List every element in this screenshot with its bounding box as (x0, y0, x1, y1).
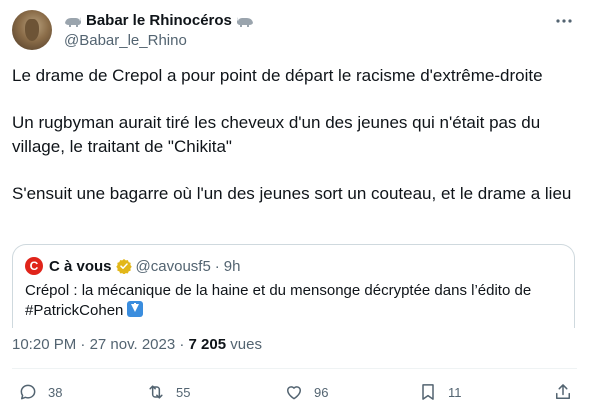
tweet-paragraph: Un rugbyman aurait tiré les cheveux d'un… (12, 113, 541, 156)
author-handle[interactable]: @Babar_le_Rhino (64, 31, 254, 50)
tweet-paragraph: S'ensuit une bagarre où l'un des jeunes … (12, 183, 572, 203)
tweet-meta: 10:20 PM · 27 nov. 2023 · 7 205 vues (12, 336, 262, 353)
verified-badge-icon (115, 259, 132, 274)
meta-separator: · (179, 336, 185, 353)
quoted-timestamp[interactable]: 9h (224, 258, 241, 275)
quoted-tweet-text: Crépol : la mécanique de la haine et du … (25, 281, 565, 321)
reply-icon (20, 384, 36, 400)
like-icon (287, 386, 301, 400)
meta-separator: · (80, 336, 86, 353)
quoted-avatar: C (25, 257, 43, 275)
bookmark-button[interactable]: 11 (418, 382, 462, 402)
quoted-author-name: C à vous (49, 257, 112, 275)
action-bar: 38 55 96 11 (12, 382, 577, 410)
retweet-button[interactable]: 55 (146, 382, 190, 402)
tweet-paragraph: Le drame de Crepol a pour point de dépar… (12, 66, 543, 85)
share-button[interactable] (553, 382, 573, 402)
author-block: Babar le Rhinocéros @Babar_le_Rhino (64, 11, 254, 50)
rhino-emoji-icon (65, 16, 81, 27)
quoted-tweet-header: C C à vous @cavousf5 · 9h (25, 257, 240, 275)
tweet-date[interactable]: 27 nov. 2023 (90, 336, 176, 353)
rhino-emoji-icon (236, 16, 253, 27)
like-count: 96 (314, 384, 329, 400)
tweet-time[interactable]: 10:20 PM (12, 336, 76, 353)
tweet-header: Babar le Rhinocéros @Babar_le_Rhino (12, 8, 577, 54)
avatar[interactable] (12, 10, 52, 50)
bookmark-count: 11 (448, 384, 462, 400)
author-name-row[interactable]: Babar le Rhinocéros (64, 11, 254, 30)
quoted-tweet[interactable]: C C à vous @cavousf5 · 9h Crépol : la mé… (12, 244, 575, 328)
retweet-count: 55 (176, 384, 191, 400)
like-button[interactable]: 96 (284, 382, 328, 402)
share-icon (556, 384, 570, 399)
more-icon[interactable] (553, 10, 575, 32)
down-arrow-emoji-icon (127, 301, 144, 317)
quoted-text: Crépol : la mécanique de la haine et du … (25, 282, 532, 319)
tweet-text: Le drame de Crepol a pour point de dépar… (12, 64, 572, 205)
quoted-author-handle: @cavousf5 (135, 257, 211, 275)
bookmark-icon (422, 384, 434, 400)
divider (12, 368, 577, 369)
reply-count: 38 (48, 384, 63, 400)
reply-button[interactable]: 38 (18, 382, 62, 402)
views-count: 7 205 (188, 336, 227, 353)
quoted-separator: · (214, 257, 220, 275)
retweet-icon (149, 385, 163, 399)
views-label: vues (230, 336, 262, 353)
author-name: Babar le Rhinocéros (86, 12, 232, 29)
